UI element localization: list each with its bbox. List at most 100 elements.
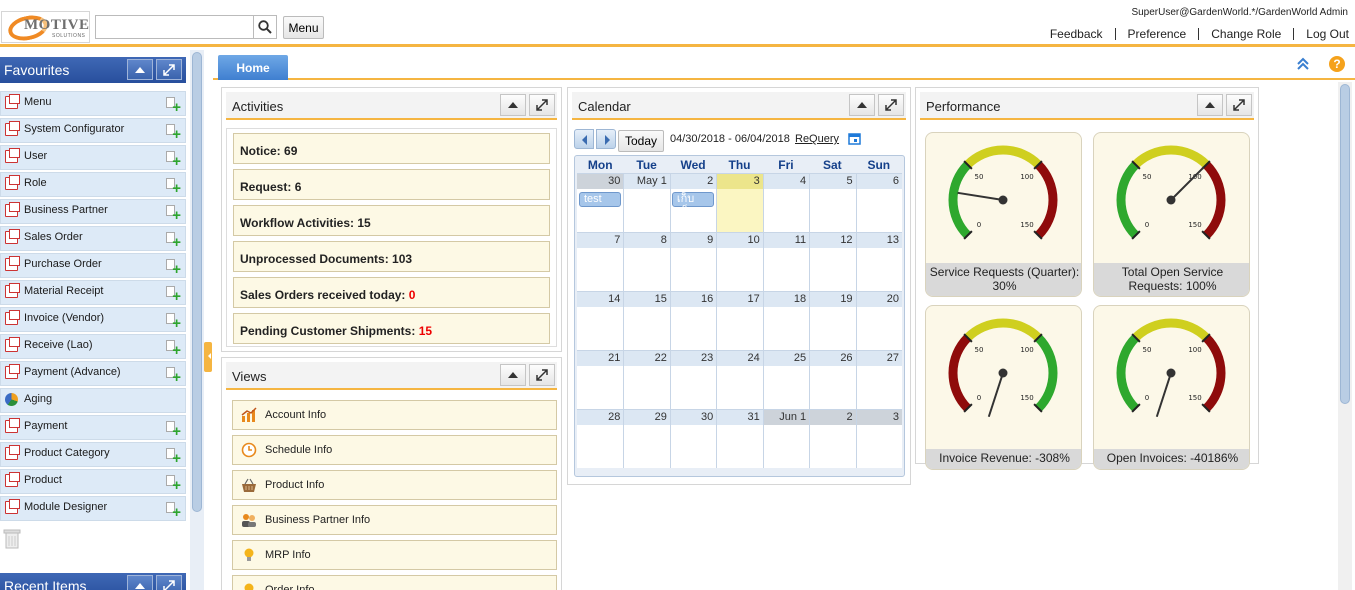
view-item[interactable]: Schedule Info	[232, 435, 557, 465]
calendar-event[interactable]: เก็บเช็ค	[671, 192, 715, 218]
calendar-day-cell[interactable]: 9	[669, 233, 717, 291]
west-scrollbar[interactable]	[190, 50, 204, 590]
calendar-prev-button[interactable]	[574, 129, 594, 149]
double-chevron-up-icon[interactable]	[1295, 56, 1311, 72]
favourite-item[interactable]: Menu +	[0, 91, 186, 116]
calendar-day-cell[interactable]: 22	[623, 351, 670, 409]
calendar-day-cell[interactable]: 31	[716, 410, 763, 468]
gauge-widget[interactable]: 0 50 100 150 Open Invoices: -40186%	[1093, 305, 1250, 470]
calendar-day-cell[interactable]: 6	[855, 174, 902, 232]
change-role-link[interactable]: Change Role	[1198, 28, 1293, 40]
help-icon[interactable]: ?	[1329, 56, 1345, 72]
performance-collapse-button[interactable]	[1197, 94, 1223, 116]
new-record-icon[interactable]: +	[166, 475, 181, 493]
calendar-day-cell[interactable]: 10	[716, 233, 763, 291]
calendar-collapse-button[interactable]	[849, 94, 875, 116]
feedback-link[interactable]: Feedback	[1038, 28, 1115, 40]
activity-item[interactable]: Workflow Activities: 15	[233, 205, 550, 236]
main-scroll-thumb[interactable]	[1340, 84, 1350, 404]
favourite-item[interactable]: Receive (Lao) +	[0, 334, 186, 359]
calendar-day-cell[interactable]: 21	[577, 351, 624, 409]
calendar-day-cell[interactable]: 17	[716, 292, 763, 350]
calendar-day-cell[interactable]: 28	[577, 410, 624, 468]
calendar-day-cell[interactable]: 16	[669, 292, 717, 350]
favourite-item[interactable]: User +	[0, 145, 186, 170]
view-item[interactable]: Product Info	[232, 470, 557, 500]
favourite-item[interactable]: Purchase Order +	[0, 253, 186, 278]
favourite-item[interactable]: Role +	[0, 172, 186, 197]
calendar-day-cell[interactable]: 18	[762, 292, 810, 350]
favourites-maximize-button[interactable]	[156, 59, 182, 80]
views-maximize-button[interactable]	[529, 364, 555, 386]
calendar-day-cell[interactable]: 3	[716, 174, 763, 232]
calendar-day-cell[interactable]: 8	[623, 233, 670, 291]
activity-item[interactable]: Unprocessed Documents: 103	[233, 241, 550, 272]
favourite-item[interactable]: System Configurator +	[0, 118, 186, 143]
recent-maximize-button[interactable]	[156, 575, 182, 590]
calendar-day-cell[interactable]: 3	[855, 410, 902, 468]
favourite-item[interactable]: Product Category +	[0, 442, 186, 467]
favourites-collapse-button[interactable]	[127, 59, 153, 80]
view-item[interactable]: MRP Info	[232, 540, 557, 570]
new-record-icon[interactable]: +	[166, 259, 181, 277]
favourite-item[interactable]: Material Receipt +	[0, 280, 186, 305]
calendar-day-cell[interactable]: 2	[809, 410, 856, 468]
company-logo[interactable]: MOTIVE SOLUTIONS	[1, 11, 90, 43]
favourite-item[interactable]: Payment (Advance) +	[0, 361, 186, 386]
calendar-next-button[interactable]	[596, 129, 616, 149]
view-item[interactable]: Account Info	[232, 400, 557, 430]
main-scrollbar[interactable]	[1338, 82, 1352, 590]
west-splitter-collapse[interactable]	[204, 342, 212, 372]
calendar-maximize-button[interactable]	[878, 94, 904, 116]
logout-link[interactable]: Log Out	[1293, 28, 1349, 40]
views-collapse-button[interactable]	[500, 364, 526, 386]
calendar-day-cell[interactable]: Jun 1	[762, 410, 810, 468]
calendar-day-cell[interactable]: 29	[623, 410, 670, 468]
view-item[interactable]: Order Info	[232, 575, 557, 590]
new-record-icon[interactable]: +	[166, 205, 181, 223]
favourite-item[interactable]: Invoice (Vendor) +	[0, 307, 186, 332]
new-record-icon[interactable]: +	[166, 448, 181, 466]
calendar-today-button[interactable]: Today	[618, 130, 664, 152]
new-record-icon[interactable]: +	[166, 367, 181, 385]
west-scroll-thumb[interactable]	[192, 52, 202, 512]
new-record-icon[interactable]: +	[166, 286, 181, 304]
new-record-icon[interactable]: +	[166, 421, 181, 439]
trash-icon[interactable]	[3, 528, 21, 550]
activity-item[interactable]: Sales Orders received today: 0	[233, 277, 550, 308]
calendar-day-cell[interactable]: 4	[762, 174, 810, 232]
recent-collapse-button[interactable]	[127, 575, 153, 590]
preference-link[interactable]: Preference	[1114, 28, 1199, 40]
calendar-day-cell[interactable]: 24	[716, 351, 763, 409]
activity-item[interactable]: Request: 6	[233, 169, 550, 200]
new-record-icon[interactable]: +	[166, 178, 181, 196]
activity-item[interactable]: Notice: 69	[233, 133, 550, 164]
new-record-icon[interactable]: +	[166, 151, 181, 169]
calendar-day-cell[interactable]: 7	[577, 233, 624, 291]
menu-search-input[interactable]	[95, 15, 253, 39]
calendar-day-cell[interactable]: 26	[809, 351, 856, 409]
favourite-item[interactable]: Module Designer +	[0, 496, 186, 521]
calendar-event[interactable]: test	[579, 192, 622, 207]
calendar-day-cell[interactable]: 25	[762, 351, 810, 409]
activities-maximize-button[interactable]	[529, 94, 555, 116]
gauge-widget[interactable]: 0 50 100 150 Invoice Revenue: -308%	[925, 305, 1082, 470]
gauge-widget[interactable]: 050100150Total Open Service Requests: 10…	[1093, 132, 1250, 297]
calendar-day-cell[interactable]: 14	[577, 292, 624, 350]
favourite-item[interactable]: Payment +	[0, 415, 186, 440]
calendar-day-cell[interactable]: 20	[855, 292, 902, 350]
calendar-day-cell[interactable]: 30	[669, 410, 717, 468]
calendar-day-cell[interactable]: 13	[855, 233, 902, 291]
calendar-day-cell[interactable]: 11	[762, 233, 810, 291]
activities-collapse-button[interactable]	[500, 94, 526, 116]
favourite-item[interactable]: Sales Order +	[0, 226, 186, 251]
calendar-day-cell[interactable]: 12	[809, 233, 856, 291]
new-record-icon[interactable]: +	[166, 124, 181, 142]
tab-home[interactable]: Home	[218, 55, 288, 80]
activity-item[interactable]: Pending Customer Shipments: 15	[233, 313, 550, 344]
calendar-day-cell[interactable]: 23	[669, 351, 717, 409]
view-item[interactable]: Business Partner Info	[232, 505, 557, 535]
new-record-icon[interactable]: +	[166, 340, 181, 358]
calendar-day-cell[interactable]: 15	[623, 292, 670, 350]
new-record-icon[interactable]: +	[166, 313, 181, 331]
